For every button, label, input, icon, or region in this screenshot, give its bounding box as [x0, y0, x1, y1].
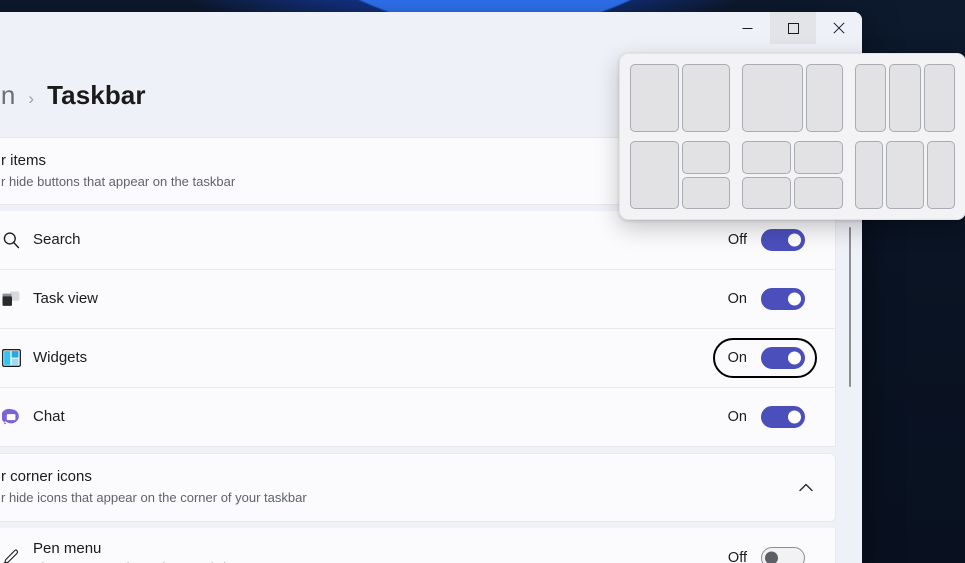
- snap-tile[interactable]: [793, 141, 843, 174]
- snap-option-three-columns-wide-middle[interactable]: [854, 141, 955, 209]
- toggle-knob: [788, 351, 801, 365]
- close-button[interactable]: [816, 12, 862, 44]
- setting-row-widgets[interactable]: Widgets On: [0, 329, 836, 389]
- widgets-icon: [1, 348, 21, 368]
- window-titlebar: [0, 12, 862, 55]
- setting-label: Chat: [33, 408, 65, 426]
- rows-taskbar-corner-icons: Pen menu Show pen menu icon when pen is …: [0, 527, 836, 563]
- snap-tile[interactable]: [889, 64, 921, 132]
- toggle-state-label: On: [727, 350, 747, 367]
- toggle-pen-menu[interactable]: Off: [713, 538, 817, 563]
- breadcrumb: onalisation › Taskbar: [0, 80, 146, 111]
- toggle-knob: [788, 410, 801, 424]
- toggle-widgets[interactable]: On: [713, 338, 817, 379]
- toggle-knob: [765, 551, 778, 563]
- snap-tile[interactable]: [793, 176, 843, 209]
- toggle-state-label: On: [727, 409, 747, 426]
- snap-tile[interactable]: [923, 64, 955, 132]
- toggle-task-view[interactable]: On: [713, 279, 817, 319]
- section-header-taskbar-corner-icons[interactable]: r corner icons r hide icons that appear …: [0, 454, 835, 520]
- search-icon: [1, 230, 21, 250]
- toggle-knob: [788, 233, 801, 247]
- snap-tile[interactable]: [681, 176, 731, 209]
- snap-tile[interactable]: [742, 141, 791, 174]
- breadcrumb-separator-icon: ›: [28, 89, 35, 108]
- snap-tile[interactable]: [681, 141, 731, 174]
- snap-tile[interactable]: [854, 64, 887, 132]
- setting-label: Pen menu: [33, 540, 102, 558]
- section-title: r corner icons: [1, 468, 92, 486]
- toggle-switch[interactable]: [761, 347, 805, 370]
- setting-row-chat[interactable]: Chat On: [0, 388, 836, 448]
- snap-option-wide-left-narrow-right[interactable]: [742, 64, 843, 132]
- breadcrumb-parent-link[interactable]: onalisation: [0, 80, 15, 111]
- snap-layouts-flyout[interactable]: [619, 53, 965, 220]
- chat-icon: [1, 407, 21, 427]
- scrollbar-thumb[interactable]: [849, 227, 851, 387]
- setting-row-pen-menu[interactable]: Pen menu Show pen menu icon when pen is …: [0, 527, 836, 563]
- toggle-switch[interactable]: [761, 406, 805, 429]
- toggle-state-label: On: [727, 291, 747, 308]
- snap-option-left-two-stacked[interactable]: [630, 141, 731, 209]
- snap-option-three-columns[interactable]: [854, 64, 955, 132]
- toggle-switch[interactable]: [761, 229, 805, 252]
- setting-row-search[interactable]: Search Off: [0, 211, 836, 271]
- maximise-button[interactable]: [770, 12, 816, 44]
- page-title: Taskbar: [47, 80, 146, 110]
- toggle-state-label: Off: [727, 550, 747, 563]
- snap-option-four-quadrants[interactable]: [742, 141, 843, 209]
- snap-tile[interactable]: [742, 176, 791, 209]
- section-subtitle: r hide icons that appear on the corner o…: [1, 489, 307, 505]
- setting-label: Task view: [33, 290, 99, 308]
- snap-option-two-columns[interactable]: [630, 64, 731, 132]
- task-view-icon: [1, 289, 21, 309]
- toggle-chat[interactable]: On: [713, 397, 817, 437]
- snap-tile[interactable]: [630, 64, 679, 132]
- setting-row-task-view[interactable]: Task view On: [0, 270, 836, 330]
- snap-tile[interactable]: [854, 141, 883, 209]
- rows-taskbar-items: Search Off Task view On Widgets On Chat …: [0, 211, 836, 448]
- toggle-knob: [788, 292, 801, 306]
- snap-tile[interactable]: [805, 64, 843, 132]
- section-taskbar-corner-icons[interactable]: r corner icons r hide icons that appear …: [0, 453, 836, 522]
- toggle-switch[interactable]: [761, 547, 805, 563]
- snap-tile[interactable]: [742, 64, 803, 132]
- setting-label: Search: [33, 231, 81, 249]
- toggle-switch[interactable]: [761, 288, 805, 311]
- snap-tile[interactable]: [926, 141, 955, 209]
- minimise-button[interactable]: [724, 12, 770, 44]
- toggle-state-label: Off: [727, 232, 747, 249]
- chevron-up-icon[interactable]: [799, 479, 813, 497]
- snap-tile[interactable]: [681, 64, 731, 132]
- toggle-search[interactable]: Off: [713, 220, 817, 260]
- pen-menu-icon: [1, 548, 21, 563]
- screen: onalisation › Taskbar r items r hide but…: [0, 0, 965, 563]
- snap-tile[interactable]: [630, 141, 679, 209]
- snap-tile[interactable]: [885, 141, 924, 209]
- setting-label: Widgets: [33, 349, 88, 367]
